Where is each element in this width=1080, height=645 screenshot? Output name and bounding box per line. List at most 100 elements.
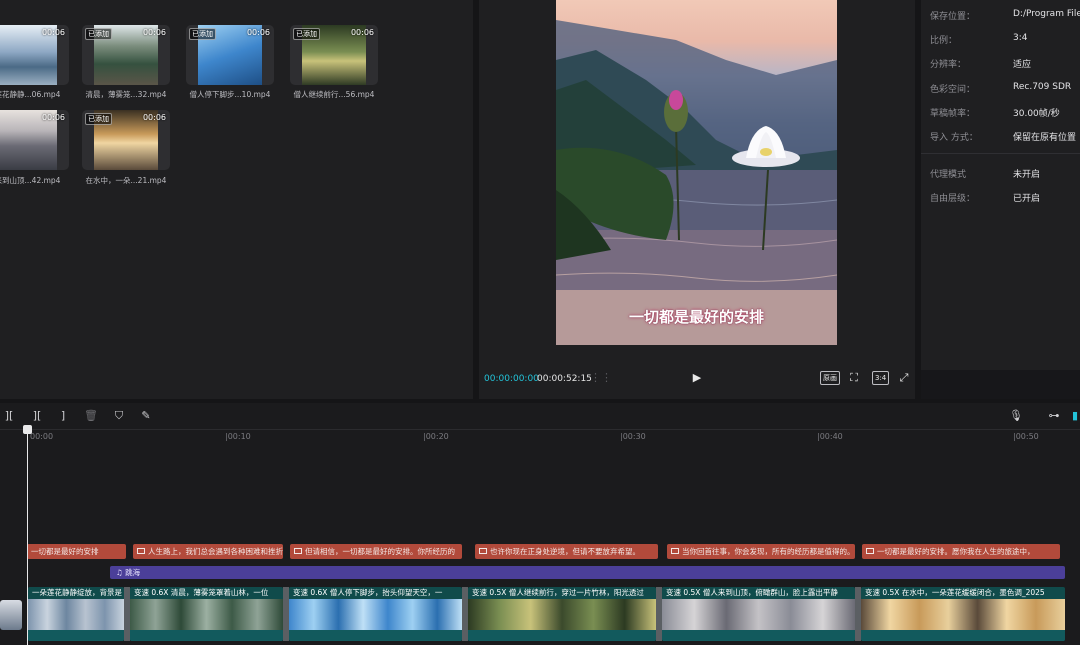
subtitle-text: 也许你现在正身处逆境，但请不要放弃希望。 bbox=[490, 547, 640, 556]
property-value: Rec.709 SDR bbox=[1013, 82, 1072, 92]
media-thumbnail[interactable]: 已添加 00:06 bbox=[290, 25, 378, 85]
subtitle-text: 但请相信，一切都是最好的安排。你所经历的 bbox=[305, 547, 455, 556]
subtitle-clip[interactable]: 但请相信，一切都是最好的安排。你所经历的 bbox=[290, 544, 462, 559]
video-clip[interactable]: 变速 0.5X 在水中，一朵莲花缓缓闭合，墨色调_2025 bbox=[861, 587, 1065, 641]
fit-screen-icon[interactable]: ⛶ bbox=[847, 371, 861, 385]
media-duration: 00:06 bbox=[41, 28, 65, 37]
video-frames bbox=[289, 599, 462, 630]
text-icon bbox=[137, 548, 145, 554]
text-icon bbox=[671, 548, 679, 554]
quality-button[interactable]: 原画 bbox=[820, 371, 840, 385]
added-badge: 已添加 bbox=[293, 28, 320, 40]
property-label: 比例： bbox=[930, 36, 958, 46]
split-icon[interactable]: ][ bbox=[2, 409, 16, 423]
subtitle-clip[interactable]: 一切都是最好的安排。愿你我在人生的旅途中， bbox=[862, 544, 1060, 559]
preview-panel: 一切都是最好的安排 00:00:00:00 00:00:52:15 ⋮⋮ ▶ 原… bbox=[479, 0, 915, 399]
properties-footer bbox=[921, 370, 1080, 399]
video-preview[interactable]: 一切都是最好的安排 bbox=[556, 0, 837, 345]
play-icon[interactable]: ▶ bbox=[689, 371, 705, 385]
split-left-icon[interactable]: ][ bbox=[30, 409, 44, 423]
delete-icon[interactable]: 🗑 bbox=[84, 409, 98, 423]
added-badge: 已添加 bbox=[85, 28, 112, 40]
property-label: 自由层级： bbox=[930, 194, 976, 204]
ruler-tick: |00:50 bbox=[1013, 432, 1039, 441]
video-clip-label: 变速 0.6X 僧人停下脚步，抬头仰望天空，一 bbox=[289, 587, 462, 599]
subtitle-clip[interactable]: 一切都是最好的安排 bbox=[27, 544, 126, 559]
ruler-tick: |00:30 bbox=[620, 432, 646, 441]
video-frames bbox=[662, 599, 855, 630]
media-filename: 在水中，一朵...21.mp4 bbox=[85, 176, 167, 185]
media-panel: 00:06 一朵莲花静静...06.mp4 已添加 00:06 清晨，薄雾笼..… bbox=[0, 0, 473, 399]
text-icon bbox=[294, 548, 302, 554]
subtitle-text: 一切都是最好的安排 bbox=[31, 547, 99, 556]
magnet-icon[interactable]: ▮ bbox=[1070, 409, 1080, 423]
added-badge: 已添加 bbox=[85, 113, 112, 125]
playhead-handle[interactable] bbox=[23, 425, 32, 434]
property-label: 导入 方式： bbox=[930, 133, 978, 143]
video-clip-base bbox=[861, 630, 1065, 641]
video-frames bbox=[130, 599, 283, 630]
video-clip-base bbox=[289, 630, 462, 641]
property-value: 已开启 bbox=[1013, 194, 1041, 204]
video-clip[interactable]: 变速 0.6X 僧人停下脚步，抬头仰望天空，一 bbox=[289, 587, 462, 641]
property-label: 保存位置： bbox=[930, 12, 976, 22]
subtitle-text: 人生路上，我们总会遇到各种困难和挫折 bbox=[148, 547, 283, 556]
audio-icon: ♫ bbox=[116, 568, 126, 577]
property-label: 分辨率： bbox=[930, 60, 967, 70]
timeline-panel: ][ ][ ] 🗑 ⛉ ✎ 🎙 ⊶ ▮ 00:00 |00:10 |00:20 … bbox=[0, 403, 1080, 645]
property-value: 30.00帧/秒 bbox=[1013, 109, 1060, 119]
cover-thumbnail[interactable] bbox=[0, 600, 22, 630]
video-clip[interactable]: 变速 0.5X 僧人来到山顶，俯瞰群山，脸上露出平静 bbox=[662, 587, 855, 641]
media-thumbnail[interactable]: 00:06 bbox=[0, 110, 69, 170]
ruler-tick: 00:00 bbox=[30, 432, 54, 441]
subtitle-clip[interactable]: 也许你现在正身处逆境，但请不要放弃希望。 bbox=[475, 544, 658, 559]
media-thumbnail[interactable]: 已添加 00:06 bbox=[82, 25, 170, 85]
ruler-tick: |00:20 bbox=[423, 432, 449, 441]
video-clip-base bbox=[130, 630, 283, 641]
subtitle-clip[interactable]: 人生路上，我们总会遇到各种困难和挫折 bbox=[133, 544, 283, 559]
video-clip-label: 变速 0.6X 清晨，薄雾笼罩着山林，一位 bbox=[130, 587, 283, 599]
current-timecode: 00:00:00:00 bbox=[484, 374, 539, 384]
added-badge: 已添加 bbox=[189, 28, 216, 40]
video-clip-base bbox=[662, 630, 855, 641]
video-frames bbox=[28, 599, 124, 630]
playhead[interactable] bbox=[27, 427, 28, 645]
media-duration: 00:06 bbox=[142, 113, 166, 122]
audio-clip[interactable]: ♫ 跳海 bbox=[110, 566, 1065, 579]
properties-divider bbox=[921, 153, 1080, 154]
media-thumbnail[interactable]: 已添加 00:06 bbox=[186, 25, 274, 85]
time-ruler[interactable]: 00:00 |00:10 |00:20 |00:30 |00:40 |00:50 bbox=[0, 429, 1080, 443]
audio-label: 跳海 bbox=[125, 568, 141, 577]
video-clip[interactable]: 变速 0.6X 清晨，薄雾笼罩着山林，一位 bbox=[130, 587, 283, 641]
marker-icon[interactable]: ⛉ bbox=[112, 409, 126, 423]
timeline-grid-icon[interactable]: ⋮⋮ bbox=[590, 371, 612, 385]
split-right-icon[interactable]: ] bbox=[56, 409, 70, 423]
video-clip-label: 一朵莲花静静绽放，背景是 bbox=[28, 587, 124, 599]
link-icon[interactable]: ⊶ bbox=[1046, 409, 1062, 423]
property-label: 草稿帧率： bbox=[930, 109, 976, 119]
video-clip[interactable]: 变速 0.5X 僧人继续前行，穿过一片竹林，阳光透过 bbox=[468, 587, 656, 641]
video-clip-label: 变速 0.5X 僧人来到山顶，俯瞰群山，脸上露出平静 bbox=[662, 587, 855, 599]
text-icon bbox=[479, 548, 487, 554]
media-duration: 00:06 bbox=[246, 28, 270, 37]
text-icon bbox=[866, 548, 874, 554]
microphone-icon[interactable]: 🎙 bbox=[1009, 409, 1023, 423]
property-value: 适应 bbox=[1013, 60, 1032, 70]
ruler-tick: |00:10 bbox=[225, 432, 251, 441]
subtitle-text: 一切都是最好的安排。愿你我在人生的旅途中， bbox=[877, 547, 1035, 556]
ratio-button[interactable]: 3:4 bbox=[872, 371, 890, 385]
property-label: 代理模式 bbox=[930, 170, 967, 180]
video-subtitle: 一切都是最好的安排 bbox=[628, 308, 764, 326]
subtitle-clip[interactable]: 当你回首往事，你会发现，所有的经历都是值得的。 bbox=[667, 544, 855, 559]
media-filename: 一朵莲花静静...06.mp4 bbox=[0, 90, 61, 99]
media-filename: 僧人来到山顶...42.mp4 bbox=[0, 176, 61, 185]
media-thumbnail[interactable]: 已添加 00:06 bbox=[82, 110, 170, 170]
media-duration: 00:06 bbox=[350, 28, 374, 37]
video-clip[interactable]: 一朵莲花静静绽放，背景是 bbox=[28, 587, 124, 641]
media-filename: 僧人停下脚步...10.mp4 bbox=[189, 90, 271, 99]
edit-icon[interactable]: ✎ bbox=[139, 409, 153, 423]
video-clip-label: 变速 0.5X 僧人继续前行，穿过一片竹林，阳光透过 bbox=[468, 587, 656, 599]
property-value: 未开启 bbox=[1013, 170, 1041, 180]
fullscreen-icon[interactable]: ⤢ bbox=[897, 371, 911, 385]
media-thumbnail[interactable]: 00:06 bbox=[0, 25, 69, 85]
